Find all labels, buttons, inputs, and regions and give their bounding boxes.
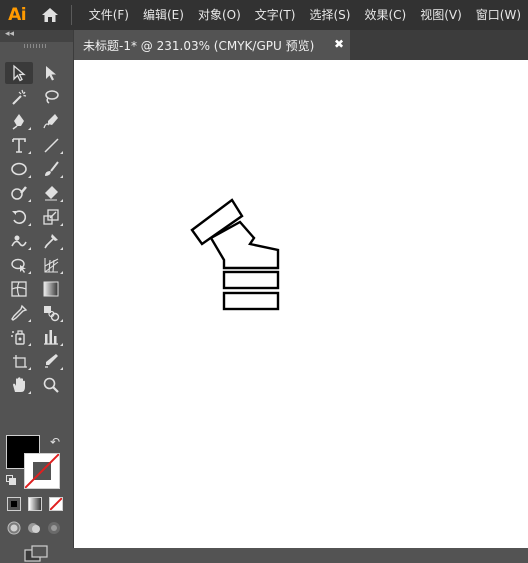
tools-panel-header: ◂◂ — [0, 29, 73, 42]
pen-tool-icon[interactable] — [5, 110, 33, 132]
scale-tool-icon[interactable] — [37, 206, 65, 228]
menu-edit[interactable]: 编辑(E) — [136, 0, 191, 30]
art-bar-2[interactable] — [222, 291, 280, 311]
none-slash-icon — [25, 454, 59, 488]
mesh-tool-icon[interactable] — [5, 278, 33, 300]
color-mode-row — [7, 497, 63, 511]
rotate-tool-icon[interactable] — [5, 206, 33, 228]
menu-window[interactable]: 窗口(W) — [469, 0, 528, 30]
document-tab-bar: 未标题-1* @ 231.03% (CMYK/GPU 预览) ✖ — [74, 30, 528, 60]
close-tab-icon[interactable]: ✖ — [334, 37, 344, 51]
blend-tool-icon[interactable] — [37, 302, 65, 324]
menu-bar: Ai 文件(F) 编辑(E) 对象(O) 文字(T) 选择(S) 效果(C) 视… — [0, 0, 528, 30]
art-bar-1[interactable] — [222, 270, 280, 290]
type-tool-icon[interactable] — [5, 134, 33, 156]
shape-builder-tool-icon[interactable] — [5, 254, 33, 276]
stroke-swatch[interactable] — [24, 453, 60, 489]
default-fill-stroke-icon[interactable] — [6, 475, 16, 485]
eyedropper-tool-icon[interactable] — [5, 302, 33, 324]
draw-mode-row — [6, 520, 62, 536]
magic-wand-tool-icon[interactable] — [5, 86, 33, 108]
document-tab-title: 未标题-1* @ 231.03% (CMYK/GPU 预览) — [83, 38, 315, 53]
draw-inside-icon[interactable] — [46, 520, 62, 536]
color-mode-icon[interactable] — [7, 497, 21, 511]
lasso-tool-icon[interactable] — [37, 86, 65, 108]
tools-panel: ◂◂ ↶ — [0, 29, 74, 562]
eraser-tool-icon[interactable] — [37, 182, 65, 204]
menu-object[interactable]: 对象(O) — [191, 0, 248, 30]
tool-grid — [5, 62, 68, 398]
gradient-tool-icon[interactable] — [37, 278, 65, 300]
menu-divider — [70, 5, 72, 25]
line-segment-tool-icon[interactable] — [37, 134, 65, 156]
menu-view[interactable]: 视图(V) — [413, 0, 469, 30]
collapse-panel-icon[interactable]: ◂◂ — [5, 29, 14, 39]
puppet-warp-tool-icon[interactable] — [37, 230, 65, 252]
draw-behind-icon[interactable] — [26, 520, 42, 536]
zoom-tool-icon[interactable] — [37, 374, 65, 396]
artwork[interactable] — [74, 60, 528, 548]
column-graph-tool-icon[interactable] — [37, 326, 65, 348]
selection-tool-icon[interactable] — [5, 62, 33, 84]
document-tab[interactable]: 未标题-1* @ 231.03% (CMYK/GPU 预览) ✖ — [74, 30, 350, 60]
warp-tool-icon[interactable] — [5, 230, 33, 252]
swap-fill-stroke-icon[interactable]: ↶ — [50, 435, 60, 449]
home-icon[interactable] — [34, 0, 64, 30]
perspective-grid-tool-icon[interactable] — [37, 254, 65, 276]
paintbrush-tool-icon[interactable] — [37, 158, 65, 180]
menu-file[interactable]: 文件(F) — [82, 0, 136, 30]
menu-effect[interactable]: 效果(C) — [357, 0, 413, 30]
artboard-tool-icon[interactable] — [5, 350, 33, 372]
direct-selection-tool-icon[interactable] — [37, 62, 65, 84]
symbol-sprayer-tool-icon[interactable] — [5, 326, 33, 348]
fill-stroke-control: ↶ — [6, 435, 62, 491]
menu-select[interactable]: 选择(S) — [302, 0, 357, 30]
hand-tool-icon[interactable] — [5, 374, 33, 396]
panel-grip[interactable] — [24, 44, 46, 48]
ellipse-tool-icon[interactable] — [5, 158, 33, 180]
none-mode-icon[interactable] — [49, 497, 63, 511]
app-logo: Ai — [8, 5, 27, 25]
curvature-tool-icon[interactable] — [37, 110, 65, 132]
artboard-canvas[interactable] — [74, 60, 528, 548]
shaper-tool-icon[interactable] — [5, 182, 33, 204]
gradient-mode-icon[interactable] — [28, 497, 42, 511]
draw-normal-icon[interactable] — [6, 520, 22, 536]
menu-list: 文件(F) 编辑(E) 对象(O) 文字(T) 选择(S) 效果(C) 视图(V… — [82, 0, 528, 30]
menu-type[interactable]: 文字(T) — [248, 0, 303, 30]
slice-tool-icon[interactable] — [37, 350, 65, 372]
